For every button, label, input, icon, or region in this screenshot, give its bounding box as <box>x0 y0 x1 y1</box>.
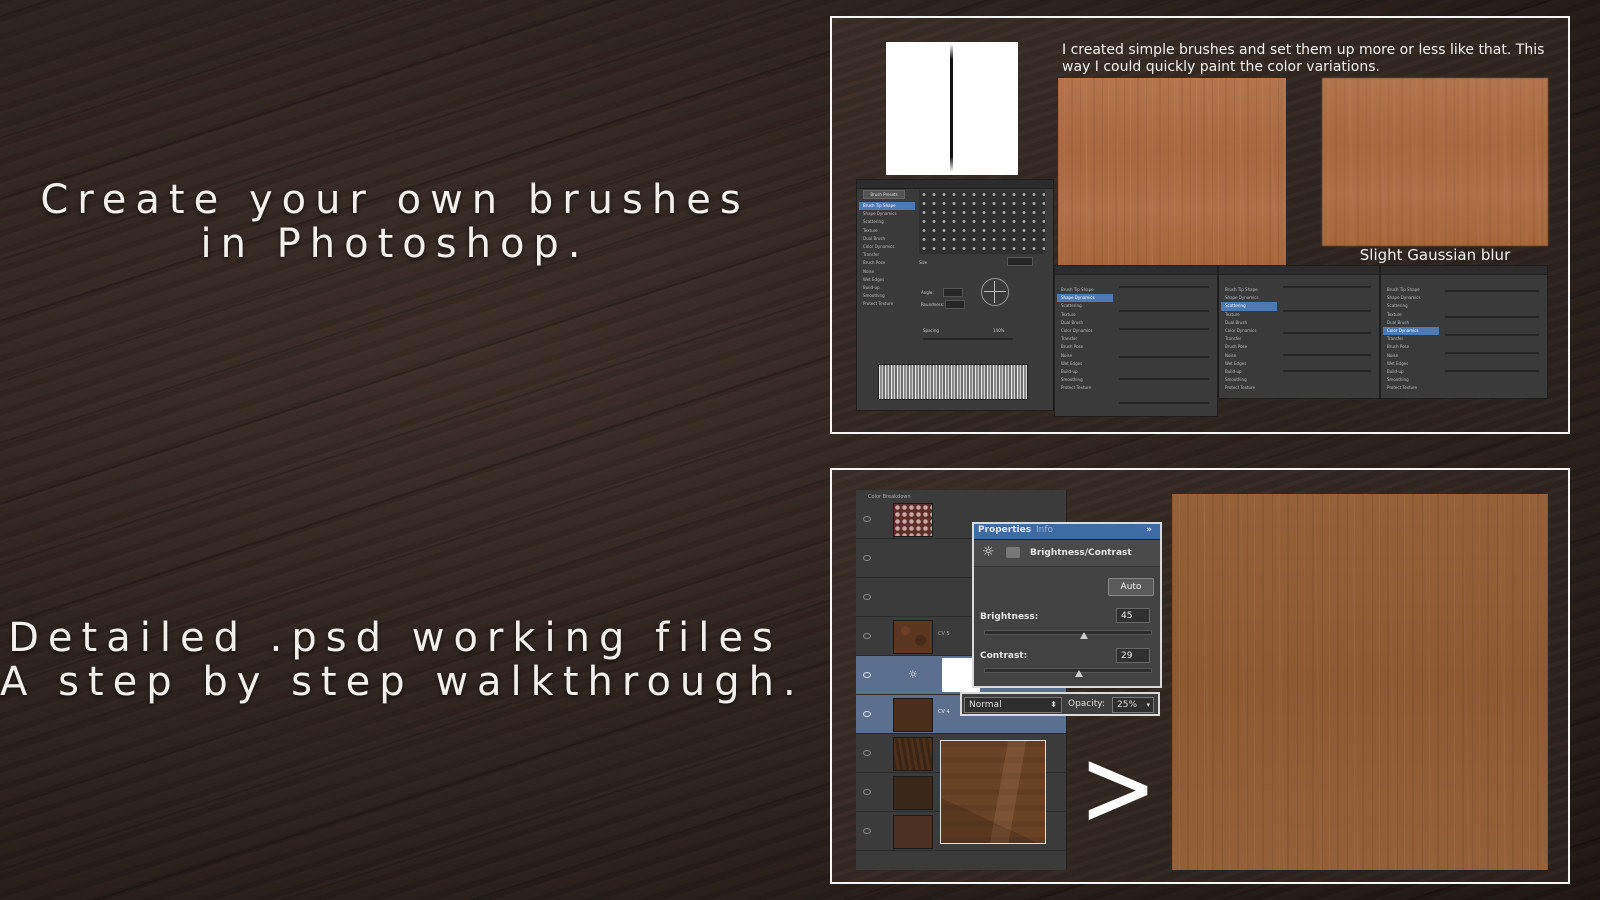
psd-walkthrough-panel: Color Breakdown CV 5 ☼ CV 4 Properties I… <box>830 468 1570 884</box>
brush-tip-grid[interactable] <box>919 190 1045 254</box>
angle-field[interactable] <box>943 288 963 297</box>
size-label: Size <box>919 260 928 265</box>
brushes-panel: I created simple brushes and set them up… <box>830 16 1570 434</box>
angle-label: Angle: <box>921 290 934 295</box>
opacity-label: Opacity: <box>1068 699 1105 709</box>
roundness-label: Roundness: <box>921 302 945 307</box>
brush-settings-list: Brush Tip Shape Shape Dynamics Scatterin… <box>859 202 915 309</box>
updown-icon: ⬍ <box>1050 700 1057 709</box>
properties-panel: Properties Info » ☼ Brightness/Contrast … <box>972 522 1162 688</box>
spacing-value: 140% <box>993 328 1005 333</box>
roundness-field[interactable] <box>945 300 965 309</box>
brush-presets-button[interactable]: Brush Presets <box>863 190 905 199</box>
spacing-label: Spacing <box>923 328 939 333</box>
mask-icon <box>1006 547 1020 558</box>
arrow-glyph: > <box>1078 723 1158 851</box>
setting-brush-pose[interactable]: Brush Pose <box>859 259 915 267</box>
blend-mode-select[interactable]: Normal ⬍ <box>964 697 1062 713</box>
panel-menu-icon[interactable]: » <box>1146 525 1152 535</box>
opacity-input[interactable]: 25% ▾ <box>1112 697 1154 713</box>
shape-dynamics-panel: Brush Tip Shape Shape Dynamics Scatterin… <box>1054 265 1218 417</box>
blend-opacity-bar: Normal ⬍ Opacity: 25% ▾ <box>960 692 1160 716</box>
scattering-panel: Brush Tip Shape Shape Dynamics Scatterin… <box>1218 265 1380 399</box>
brightness-slider[interactable] <box>984 630 1152 635</box>
brightness-label: Brightness: <box>980 612 1039 622</box>
blur-label: Slight Gaussian blur <box>1359 246 1511 264</box>
headline-psd-line1: Detailed .psd working files <box>8 615 782 661</box>
brush-tip-preview <box>886 42 1018 175</box>
texture-zoom-preview <box>940 740 1046 844</box>
setting-transfer[interactable]: Transfer <box>859 251 915 259</box>
setting-protect-texture[interactable]: Protect Texture <box>859 300 915 308</box>
setting-wet-edges[interactable]: Wet Edges <box>859 276 915 284</box>
angle-wheel-icon[interactable] <box>981 278 1009 306</box>
chevron-down-icon: ▾ <box>1146 701 1150 709</box>
setting-brush-tip-shape[interactable]: Brush Tip Shape <box>859 202 915 211</box>
sun-icon: ☼ <box>908 668 918 681</box>
size-field[interactable] <box>1007 257 1033 266</box>
contrast-input[interactable]: 29 <box>1116 648 1150 663</box>
auto-button[interactable]: Auto <box>1108 578 1154 596</box>
brightness-adjustment-icon: ☼ <box>982 544 995 560</box>
setting-smoothing[interactable]: Smoothing <box>859 292 915 300</box>
setting-color-dynamics[interactable]: Color Dynamics <box>859 243 915 251</box>
headline-brushes-line2: in Photoshop. <box>200 221 590 267</box>
setting-shape-dynamics[interactable]: Shape Dynamics <box>859 210 915 218</box>
adjustment-title: Brightness/Contrast <box>1030 548 1132 558</box>
brightness-slider-thumb[interactable] <box>1079 632 1088 639</box>
wood-sample-painted <box>1058 78 1286 266</box>
setting-texture[interactable]: Texture <box>859 227 915 235</box>
contrast-slider[interactable] <box>984 668 1152 673</box>
headline-psd-line2: A step by step walkthrough. <box>0 659 805 705</box>
brushes-caption: I created simple brushes and set them up… <box>1062 42 1545 75</box>
color-dynamics-panel: Brush Tip Shape Shape Dynamics Scatterin… <box>1380 265 1548 399</box>
headline-psd: Detailed .psd working files A step by st… <box>0 615 805 705</box>
setting-noise[interactable]: Noise <box>859 268 915 276</box>
headline-brushes: Create your own brushes in Photoshop. <box>0 178 790 266</box>
brush-stroke-preview <box>878 364 1028 400</box>
wood-sample-blurred <box>1322 78 1548 246</box>
tab-info[interactable]: Info <box>1036 525 1053 535</box>
tab-properties[interactable]: Properties <box>978 525 1031 535</box>
setting-scattering[interactable]: Scattering <box>859 218 915 226</box>
contrast-slider-thumb[interactable] <box>1074 670 1083 677</box>
wood-result-texture <box>1172 494 1548 870</box>
setting-dual-brush[interactable]: Dual Brush <box>859 235 915 243</box>
setting-build-up[interactable]: Build-up <box>859 284 915 292</box>
contrast-label: Contrast: <box>980 651 1028 661</box>
spacing-slider[interactable] <box>923 338 1013 340</box>
brightness-input[interactable]: 45 <box>1116 608 1150 623</box>
headline-brushes-line1: Create your own brushes <box>40 177 750 223</box>
